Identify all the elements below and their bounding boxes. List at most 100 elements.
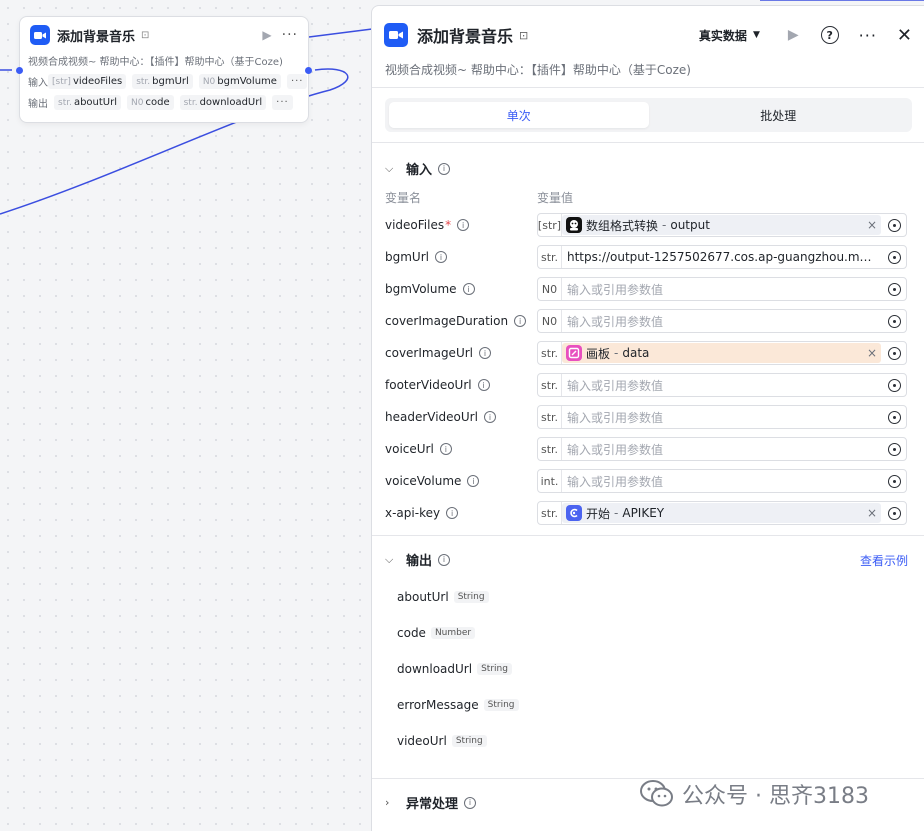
param-row-videoFiles: videoFiles * i [str] 数组格式转换 - output × [385, 213, 907, 237]
reference-chip[interactable]: 开始 - APIKEY × [562, 503, 881, 523]
reference-target-icon[interactable] [888, 474, 901, 488]
output-row-aboutUrl: aboutUrl String [397, 590, 489, 604]
info-icon: i [479, 347, 491, 359]
reference-target-icon[interactable] [888, 314, 901, 328]
type-tag: str. [538, 374, 562, 396]
param-input-box[interactable]: str. 开始 - APIKEY × [537, 501, 907, 525]
param-input-box[interactable]: str. 输入或引用参数值 [537, 373, 907, 397]
info-icon: i [434, 251, 447, 263]
output-name: aboutUrl [397, 590, 449, 604]
type-tag: [str] [538, 214, 562, 236]
param-name: x-api-key i [385, 506, 537, 520]
param-name: footerVideoUrl i [385, 378, 537, 392]
type-tag: str. [538, 502, 562, 524]
output-row-errorMessage: errorMessage String [397, 698, 519, 712]
exception-section-header[interactable]: › 异常处理 i [385, 793, 477, 812]
reference-target-icon[interactable] [888, 378, 901, 392]
param-input-box[interactable]: N0 输入或引用参数值 [537, 309, 907, 333]
param-value-input[interactable]: https://output-1257502677.cos.ap-guangzh… [562, 246, 883, 268]
info-icon: i [446, 507, 459, 519]
clear-icon[interactable]: × [867, 346, 877, 360]
node-outputs-more-icon[interactable]: ··· [272, 95, 293, 110]
data-mode-dropdown[interactable]: 真实数据 ▼ [699, 27, 760, 44]
node-run-icon[interactable]: ▶ [262, 28, 271, 42]
param-row-coverImageDuration: coverImageDuration i N0 输入或引用参数值 [385, 309, 907, 333]
node-inputs-more-icon[interactable]: ··· [286, 74, 308, 89]
reference-target-icon[interactable] [888, 346, 901, 360]
info-icon: i [462, 283, 475, 295]
close-icon[interactable]: ✕ [897, 25, 912, 46]
tab-single[interactable]: 单次 [389, 102, 649, 128]
param-input-box[interactable]: int. 输入或引用参数值 [537, 469, 907, 493]
output-name: videoUrl [397, 734, 447, 748]
node-more-icon[interactable]: ··· [282, 27, 298, 43]
param-name: coverImageUrl i [385, 346, 537, 360]
reference-target-icon[interactable] [888, 218, 901, 232]
reference-chip[interactable]: 数组格式转换 - output × [562, 215, 881, 235]
param-value-input[interactable]: 输入或引用参数值 [562, 406, 883, 428]
param-input-box[interactable]: [str] 数组格式转换 - output × [537, 213, 907, 237]
output-type-tag: String [483, 699, 519, 711]
param-value-input[interactable]: 输入或引用参数值 [562, 374, 883, 396]
node-output-port[interactable] [305, 67, 312, 74]
param-value-input[interactable]: 输入或引用参数值 [562, 310, 883, 332]
output-type-tag: String [477, 663, 512, 675]
output-type-tag: Number [430, 627, 476, 639]
param-name: videoFiles * i [385, 218, 537, 232]
param-value-input[interactable]: 输入或引用参数值 [562, 278, 883, 300]
info-icon: i [457, 219, 470, 231]
reference-target-icon[interactable] [888, 442, 901, 456]
workflow-node-add-bgm[interactable]: 添加背景音乐 ⊡ ▶ ··· 视频合成视频~ 帮助中心：【插件】帮助中心（基于C… [16, 16, 312, 123]
param-value-input[interactable]: 输入或引用参数值 [562, 470, 883, 492]
col-header-value: 变量值 [537, 191, 574, 205]
param-name: headerVideoUrl i [385, 410, 537, 424]
node-input-port[interactable] [16, 67, 23, 74]
param-input-box[interactable]: str. https://output-1257502677.cos.ap-gua… [537, 245, 907, 269]
node-input-chip: N0 bgmVolume [198, 74, 281, 89]
param-input-box[interactable]: str. 输入或引用参数值 [537, 437, 907, 461]
input-section-header[interactable]: ⌵ 输入 i [385, 159, 451, 178]
panel-title: 添加背景音乐 [417, 27, 514, 46]
reference-target-icon[interactable] [888, 250, 901, 264]
info-icon: i [438, 553, 451, 566]
ref-source: 数组格式转换 [586, 218, 659, 233]
node-output-label: 输出 [28, 99, 48, 110]
clear-icon[interactable]: × [867, 218, 877, 232]
reference-target-icon[interactable] [888, 282, 901, 296]
reference-target-icon[interactable] [888, 506, 901, 520]
type-tag: str. [538, 246, 562, 268]
panel-header: 添加背景音乐 ⊡ 真实数据 ▼ ▶ ? ··· ✕ 视频合成视频~ 帮助中心：【插… [372, 6, 924, 88]
param-value-input[interactable]: 输入或引用参数值 [562, 438, 883, 460]
node-input-label: 输入 [28, 78, 48, 89]
tab-batch[interactable]: 批处理 [649, 102, 909, 128]
more-icon[interactable]: ··· [859, 26, 877, 45]
info-icon: i [464, 796, 477, 809]
param-input-box[interactable]: str. 输入或引用参数值 [537, 405, 907, 429]
ref-field: output [670, 218, 710, 232]
param-row-x-api-key: x-api-key i str. 开始 - APIKEY × [385, 501, 907, 525]
reference-chip[interactable]: 画板 - data × [562, 343, 881, 363]
reference-target-icon[interactable] [888, 410, 901, 424]
view-example-link[interactable]: 查看示例 [860, 552, 908, 569]
output-row-videoUrl: videoUrl String [397, 734, 487, 748]
node-output-chip: str. downloadUrl [179, 95, 267, 110]
info-icon: i [483, 411, 496, 423]
param-input-box[interactable]: N0 输入或引用参数值 [537, 277, 907, 301]
divider [372, 142, 924, 143]
run-icon[interactable]: ▶ [788, 27, 799, 43]
info-icon: i [438, 162, 451, 175]
param-input-box[interactable]: str. 画板 - data × [537, 341, 907, 365]
param-name: bgmUrl i [385, 250, 537, 264]
help-icon[interactable]: ? [820, 26, 839, 44]
mode-tabs: 单次 批处理 [385, 98, 912, 132]
ref-field: APIKEY [622, 506, 665, 520]
output-section-header[interactable]: ⌵ 输出 i [385, 550, 451, 569]
panel-description: 视频合成视频~ 帮助中心：【插件】帮助中心（基于Coze) [385, 63, 691, 77]
node-output-chip: N0 code [127, 95, 174, 110]
clear-icon[interactable]: × [867, 506, 877, 520]
param-name: coverImageDuration i [385, 314, 537, 328]
output-row-downloadUrl: downloadUrl String [397, 662, 512, 676]
output-name: downloadUrl [397, 662, 473, 676]
param-row-bgmUrl: bgmUrl i str. https://output-1257502677.cos… [385, 245, 907, 269]
plugin-badge-icon: ⊡ [519, 28, 529, 42]
